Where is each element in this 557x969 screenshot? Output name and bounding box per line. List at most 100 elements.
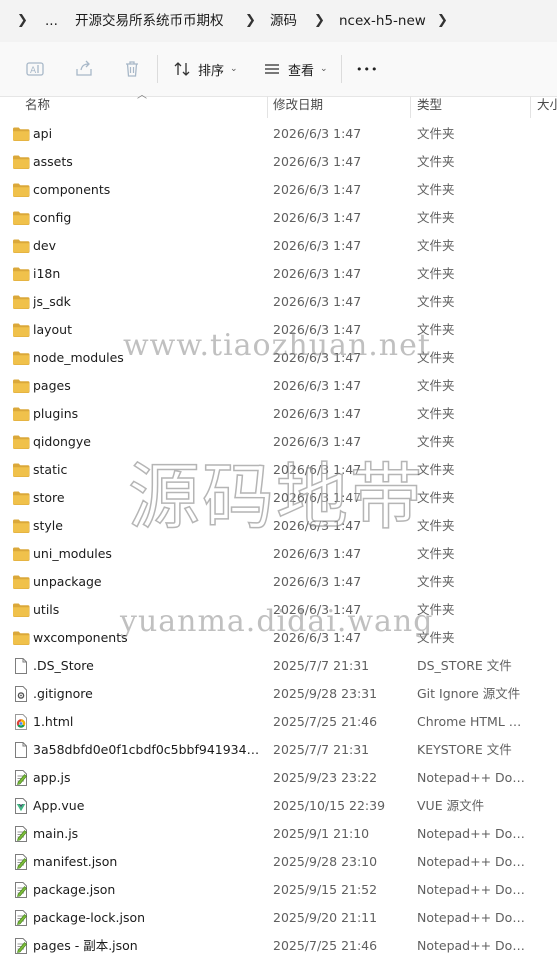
folder-icon bbox=[12, 601, 30, 619]
file-date: 2025/9/1 21:10 bbox=[273, 826, 370, 841]
file-type: 文件夹 bbox=[417, 350, 455, 365]
view-button[interactable]: 查看 ⌄ bbox=[263, 42, 328, 96]
file-date: 2026/6/3 1:47 bbox=[273, 182, 362, 197]
notepad-plus-plus-icon bbox=[12, 825, 30, 843]
file-row[interactable]: config 2026/6/3 1:47 文件夹 bbox=[0, 204, 557, 232]
file-row[interactable]: wxcomponents 2026/6/3 1:47 文件夹 bbox=[0, 624, 557, 652]
file-name: dev bbox=[33, 238, 57, 253]
file-date: 2026/6/3 1:47 bbox=[273, 406, 362, 421]
file-row[interactable]: js_sdk 2026/6/3 1:47 文件夹 bbox=[0, 288, 557, 316]
column-date[interactable]: 修改日期 bbox=[273, 90, 408, 120]
file-type: 文件夹 bbox=[417, 322, 455, 337]
file-type: 文件夹 bbox=[417, 378, 455, 393]
folder-icon bbox=[12, 321, 30, 339]
folder-icon bbox=[12, 433, 30, 451]
file-type: Notepad++ Doc... bbox=[417, 938, 529, 953]
file-date: 2026/6/3 1:47 bbox=[273, 238, 362, 253]
file-type: 文件夹 bbox=[417, 266, 455, 281]
notepad-plus-plus-icon bbox=[12, 909, 30, 927]
file-row[interactable]: node_modules 2026/6/3 1:47 文件夹 bbox=[0, 344, 557, 372]
file-row[interactable]: main.js 2025/9/1 21:10 Notepad++ Doc... bbox=[0, 820, 557, 848]
file-row[interactable]: assets 2026/6/3 1:47 文件夹 bbox=[0, 148, 557, 176]
breadcrumb-separator-icon[interactable]: ❯ bbox=[437, 0, 448, 42]
file-date: 2025/9/15 21:52 bbox=[273, 882, 378, 897]
folder-icon bbox=[12, 349, 30, 367]
file-row[interactable]: dev 2026/6/3 1:47 文件夹 bbox=[0, 232, 557, 260]
folder-icon bbox=[12, 489, 30, 507]
file-icon bbox=[12, 741, 30, 759]
sort-button[interactable]: 排序 ⌄ bbox=[173, 42, 238, 96]
file-name: style bbox=[33, 518, 63, 533]
view-list-icon bbox=[265, 64, 279, 74]
file-name: main.js bbox=[33, 826, 79, 841]
file-date: 2025/7/7 21:31 bbox=[273, 658, 370, 673]
file-date: 2026/6/3 1:47 bbox=[273, 546, 362, 561]
notepad-plus-plus-icon bbox=[12, 937, 30, 955]
file-name: store bbox=[33, 490, 65, 505]
file-row[interactable]: plugins 2026/6/3 1:47 文件夹 bbox=[0, 400, 557, 428]
column-divider[interactable] bbox=[267, 96, 268, 118]
file-row[interactable]: uni_modules 2026/6/3 1:47 文件夹 bbox=[0, 540, 557, 568]
breadcrumb-item-source[interactable]: 源码 bbox=[270, 0, 297, 42]
folder-icon bbox=[12, 153, 30, 171]
breadcrumb-item-root[interactable]: 开源交易所系统币币期权 bbox=[75, 0, 224, 42]
file-type: Notepad++ Doc... bbox=[417, 770, 529, 785]
column-type[interactable]: 类型 bbox=[417, 90, 527, 120]
notepad-plus-plus-icon bbox=[12, 853, 30, 871]
file-row[interactable]: package.json 2025/9/15 21:52 Notepad++ Doc… bbox=[0, 876, 557, 904]
notepad-plus-plus-icon bbox=[12, 769, 30, 787]
file-name: i18n bbox=[33, 266, 61, 281]
file-date: 2026/6/3 1:47 bbox=[273, 462, 362, 477]
file-row[interactable]: App.vue 2025/10/15 22:39 VUE 源文件 bbox=[0, 792, 557, 820]
column-divider[interactable] bbox=[410, 96, 411, 118]
file-row[interactable]: 3a58dbfd0e0f1cbdf0c5bbf941934920... 2025/… bbox=[0, 736, 557, 764]
file-row[interactable]: api 2026/6/3 1:47 文件夹 bbox=[0, 120, 557, 148]
file-row[interactable]: layout 2026/6/3 1:47 文件夹 bbox=[0, 316, 557, 344]
file-row[interactable]: qidongye 2026/6/3 1:47 文件夹 bbox=[0, 428, 557, 456]
file-name: pages bbox=[33, 378, 71, 393]
file-row[interactable]: static 2026/6/3 1:47 文件夹 bbox=[0, 456, 557, 484]
file-row[interactable]: 1.html 2025/7/25 21:46 Chrome HTML D... bbox=[0, 708, 557, 736]
file-name: package-lock.json bbox=[33, 910, 146, 925]
breadcrumb-separator-icon[interactable]: ❯ bbox=[245, 0, 256, 42]
file-row[interactable]: components 2026/6/3 1:47 文件夹 bbox=[0, 176, 557, 204]
breadcrumb-separator-icon[interactable]: ❯ bbox=[314, 0, 325, 42]
file-type: DS_STORE 文件 bbox=[417, 658, 512, 673]
file-row[interactable]: package-lock.json 2025/9/20 21:11 Notepad+… bbox=[0, 904, 557, 932]
file-row[interactable]: .DS_Store 2025/7/7 21:31 DS_STORE 文件 bbox=[0, 652, 557, 680]
folder-icon bbox=[12, 405, 30, 423]
more-icon: ••• bbox=[356, 62, 379, 76]
rename-button[interactable]: A bbox=[25, 42, 45, 96]
file-date: 2026/6/3 1:47 bbox=[273, 322, 362, 337]
share-button[interactable] bbox=[74, 42, 94, 96]
file-row[interactable]: app.js 2025/9/23 23:22 Notepad++ Doc... bbox=[0, 764, 557, 792]
file-row[interactable]: manifest.json 2025/9/28 23:10 Notepad++ Do… bbox=[0, 848, 557, 876]
file-type: 文件夹 bbox=[417, 434, 455, 449]
file-date: 2025/9/23 23:22 bbox=[273, 770, 378, 785]
breadcrumb-overflow[interactable]: ... bbox=[45, 0, 58, 42]
file-row[interactable]: pages - 副本.json 2025/7/25 21:46 Notepad++ … bbox=[0, 932, 557, 960]
file-type: 文件夹 bbox=[417, 126, 455, 141]
file-row[interactable]: utils 2026/6/3 1:47 文件夹 bbox=[0, 596, 557, 624]
file-type: 文件夹 bbox=[417, 210, 455, 225]
file-type: 文件夹 bbox=[417, 630, 455, 645]
file-name: manifest.json bbox=[33, 854, 118, 869]
file-row[interactable]: unpackage 2026/6/3 1:47 文件夹 bbox=[0, 568, 557, 596]
folder-icon bbox=[12, 573, 30, 591]
vue-file-icon bbox=[12, 797, 30, 815]
file-date: 2026/6/3 1:47 bbox=[273, 294, 362, 309]
file-type: Chrome HTML D... bbox=[417, 714, 529, 729]
expand-chevron-icon[interactable]: ❯ bbox=[17, 0, 28, 42]
file-name: utils bbox=[33, 602, 60, 617]
file-row[interactable]: pages 2026/6/3 1:47 文件夹 bbox=[0, 372, 557, 400]
file-row[interactable]: .gitignore 2025/9/28 23:31 Git Ignore 源文件 bbox=[0, 680, 557, 708]
column-divider[interactable] bbox=[530, 96, 531, 118]
file-row[interactable]: i18n 2026/6/3 1:47 文件夹 bbox=[0, 260, 557, 288]
file-row[interactable]: style 2026/6/3 1:47 文件夹 bbox=[0, 512, 557, 540]
breadcrumb-item-current[interactable]: ncex-h5-new bbox=[339, 0, 426, 42]
column-header: 名称 修改日期 类型 大小 bbox=[0, 90, 557, 120]
column-size[interactable]: 大小 bbox=[537, 90, 557, 120]
file-row[interactable]: store 2026/6/3 1:47 文件夹 bbox=[0, 484, 557, 512]
view-label: 查看 bbox=[288, 63, 315, 79]
more-options-button[interactable]: ••• bbox=[356, 42, 378, 96]
